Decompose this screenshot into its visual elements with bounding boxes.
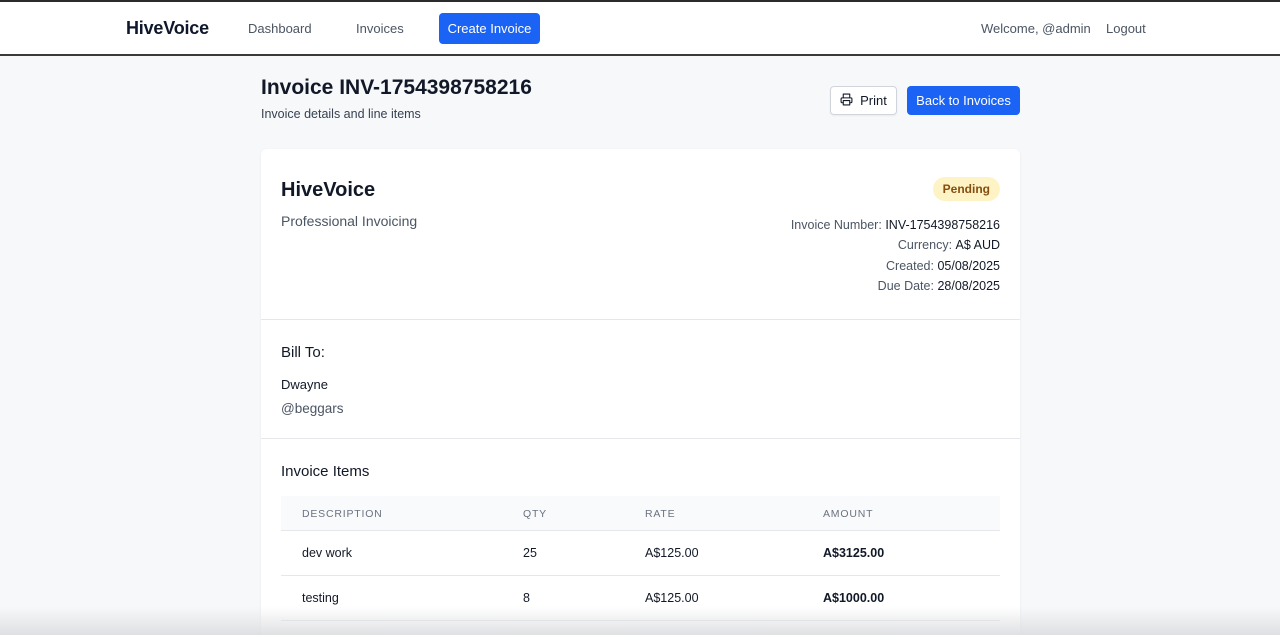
create-invoice-button[interactable]: Create Invoice — [439, 13, 540, 44]
company-tagline: Professional Invoicing — [281, 213, 418, 229]
invoice-items-heading: Invoice Items — [281, 463, 370, 480]
table-row: dev work 25 A$125.00 A$3125.00 — [281, 531, 1000, 576]
bill-to-handle: @beggars — [281, 401, 344, 416]
cell-qty: 25 — [523, 546, 537, 560]
nav-link-invoices[interactable]: Invoices — [356, 21, 404, 36]
page-subtitle: Invoice details and line items — [261, 107, 421, 121]
page-title: Invoice INV-1754398758216 — [261, 76, 532, 99]
divider — [261, 438, 1020, 439]
bill-to-name: Dwayne — [281, 377, 328, 392]
divider — [261, 319, 1020, 320]
cell-amount: A$3125.00 — [823, 546, 885, 560]
cell-amount: A$1000.00 — [823, 591, 885, 605]
cell-description: testing — [302, 591, 339, 605]
table-row: testing 8 A$125.00 A$1000.00 — [281, 576, 1000, 621]
invoice-meta: Invoice Number: INV-1754398758216 Curren… — [791, 215, 1000, 296]
bill-to-heading: Bill To: — [281, 344, 325, 361]
nav-link-dashboard[interactable]: Dashboard — [248, 21, 312, 36]
brand-logo[interactable]: HiveVoice — [126, 18, 209, 39]
table-header: DESCRIPTION QTY RATE AMOUNT — [281, 496, 1000, 531]
print-label: Print — [860, 93, 887, 108]
meta-created: Created: 05/08/2025 — [886, 258, 1000, 273]
meta-currency: Currency: A$ AUD — [897, 238, 1000, 253]
meta-invoice-number: Invoice Number: INV-1754398758216 — [790, 218, 1000, 232]
cell-qty: 8 — [523, 591, 530, 605]
meta-due-date: Due Date: 28/08/2025 — [877, 278, 1000, 293]
printer-icon — [840, 93, 853, 109]
status-badge: Pending — [932, 177, 1000, 201]
cell-rate: A$125.00 — [645, 591, 699, 605]
invoice-card: HiveVoice Professional Invoicing Pending… — [261, 149, 1020, 635]
cell-rate: A$125.00 — [645, 546, 699, 560]
column-header-rate: RATE — [645, 508, 676, 520]
invoice-items-table: DESCRIPTION QTY RATE AMOUNT dev work 25 … — [281, 496, 1000, 621]
welcome-text: Welcome, @admin — [981, 21, 1091, 36]
column-header-description: DESCRIPTION — [302, 508, 383, 520]
back-to-invoices-button[interactable]: Back to Invoices — [907, 86, 1020, 115]
print-button[interactable]: Print — [830, 86, 897, 115]
column-header-qty: QTY — [523, 508, 547, 520]
company-name: HiveVoice — [281, 179, 376, 201]
logout-link[interactable]: Logout — [1106, 21, 1146, 36]
cell-description: dev work — [302, 546, 353, 560]
top-navbar: HiveVoice Dashboard Invoices Create Invo… — [0, 2, 1280, 56]
column-header-amount: AMOUNT — [823, 508, 874, 520]
